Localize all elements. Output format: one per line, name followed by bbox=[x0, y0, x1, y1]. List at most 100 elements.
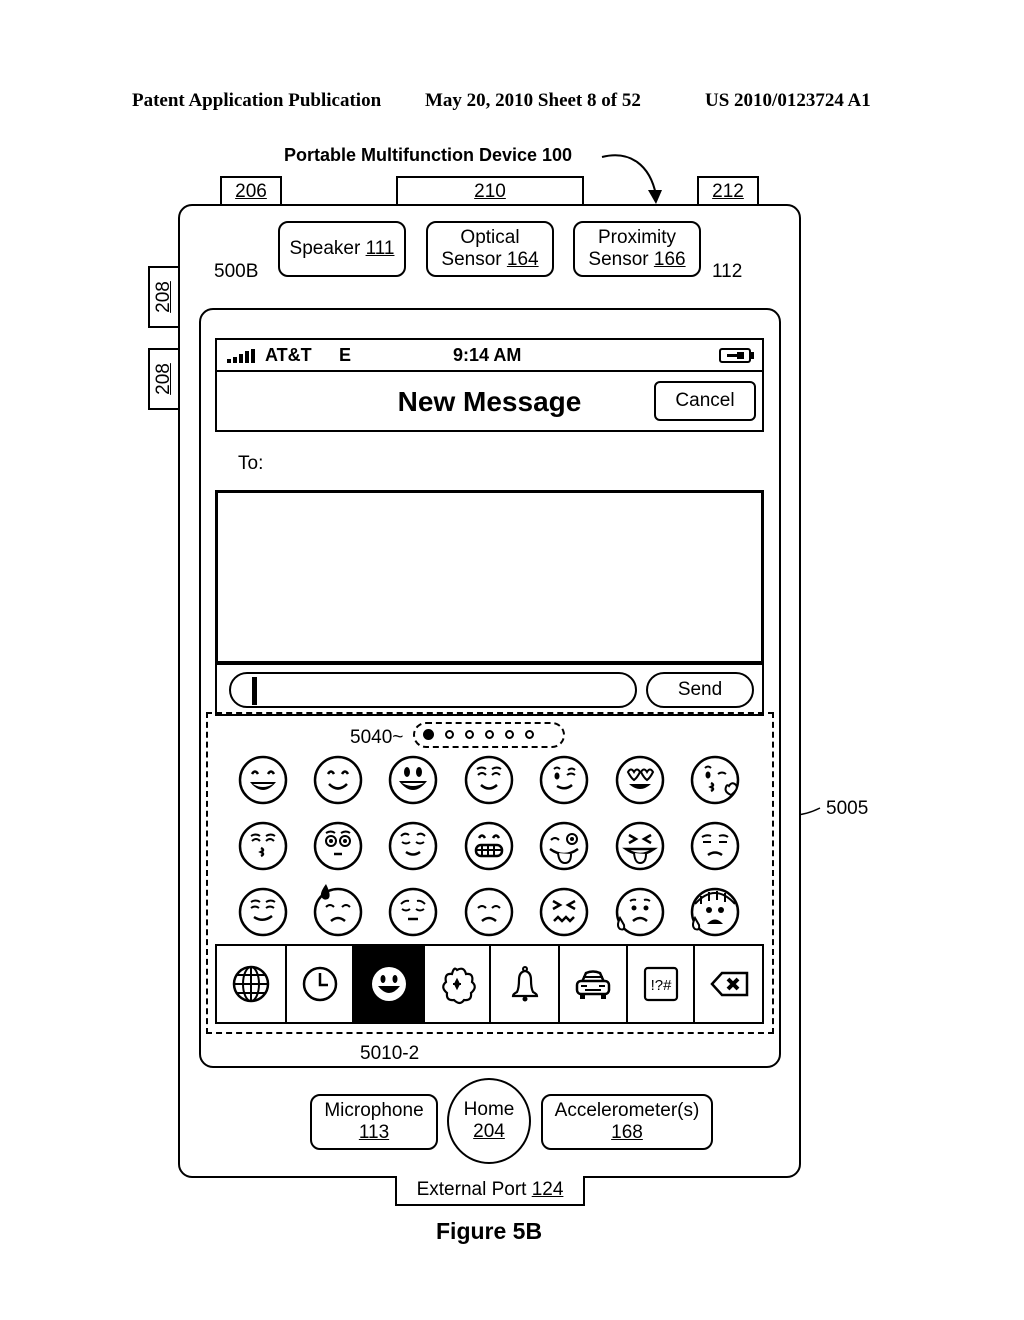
status-bar: AT&T E 9:14 AM bbox=[215, 338, 764, 372]
component-212: 212 bbox=[697, 176, 759, 206]
emoji-fearful-screaming-icon[interactable] bbox=[689, 886, 741, 938]
page-indicator-ref-label: 5040~ bbox=[350, 727, 404, 748]
bell-icon bbox=[511, 966, 538, 1002]
accelerometer-box: Accelerometer(s) 168 bbox=[541, 1094, 713, 1150]
tab-recent-clock[interactable] bbox=[287, 946, 354, 1022]
nav-title: New Message bbox=[397, 386, 582, 417]
tab-symbols[interactable]: !?# bbox=[628, 946, 695, 1022]
to-recipient-field[interactable] bbox=[268, 446, 758, 482]
page-dot[interactable] bbox=[445, 730, 454, 739]
component-210: 210 bbox=[396, 176, 584, 206]
send-button[interactable]: Send bbox=[646, 672, 754, 708]
page-dot[interactable] bbox=[465, 730, 474, 739]
delete-icon bbox=[709, 971, 748, 997]
recent-clock-icon bbox=[302, 966, 337, 1002]
tab-car[interactable] bbox=[560, 946, 628, 1022]
page-indicator-ref: 5040 bbox=[350, 727, 393, 748]
emoji-grinning-big-icon[interactable] bbox=[387, 754, 439, 806]
page-dot[interactable] bbox=[505, 730, 514, 739]
optical-label: Optical bbox=[460, 227, 520, 248]
category-tab-bar: !?# bbox=[215, 944, 764, 1024]
emoji-unamused-icon[interactable] bbox=[689, 820, 741, 872]
ref-208-upper: 208 bbox=[153, 281, 174, 313]
emoji-sad-sweat-icon[interactable] bbox=[614, 886, 666, 938]
screen-ref-label: 500B bbox=[214, 261, 259, 282]
message-area bbox=[215, 490, 764, 664]
emoji-heart-eyes-icon[interactable] bbox=[614, 754, 666, 806]
emoji-winking-icon[interactable] bbox=[538, 754, 590, 806]
to-label: To: bbox=[238, 453, 264, 474]
signal-strength-icon bbox=[227, 349, 255, 363]
home-label: Home bbox=[463, 1099, 515, 1120]
proximity-ref: 166 bbox=[653, 249, 686, 270]
emoji-smirking-icon[interactable] bbox=[237, 886, 289, 938]
speaker-box: Speaker 111 bbox=[278, 221, 406, 277]
microphone-box: Microphone 113 bbox=[310, 1094, 438, 1150]
svg-text:!?#: !?# bbox=[650, 977, 672, 994]
emoji-grimacing-icon[interactable] bbox=[463, 820, 515, 872]
touchscreen-ref-label: 112 bbox=[712, 261, 743, 282]
symbols-icon: !?# bbox=[643, 966, 678, 1002]
proximity-sensor-box: Proximity Sensor 166 bbox=[573, 221, 701, 277]
tab-delete[interactable] bbox=[695, 946, 762, 1022]
proximity-label: Proximity bbox=[597, 227, 677, 248]
emoji-downcast-sweat-icon[interactable] bbox=[312, 884, 364, 938]
emoji-grid bbox=[215, 750, 764, 945]
flower-icon bbox=[442, 967, 476, 1005]
emoji-pensive-icon[interactable] bbox=[387, 886, 439, 938]
emoji-squinting-tongue-icon[interactable] bbox=[614, 820, 666, 872]
home-button[interactable]: Home 204 bbox=[447, 1078, 531, 1164]
text-cursor bbox=[252, 677, 257, 705]
external-port-label: External Port bbox=[416, 1179, 527, 1200]
car-icon bbox=[575, 970, 611, 999]
emoji-pensive-smile-icon[interactable] bbox=[387, 820, 439, 872]
side-button-208-lower[interactable]: 208 bbox=[148, 348, 180, 410]
speaker-ref: 111 bbox=[365, 238, 395, 259]
cancel-button[interactable]: Cancel bbox=[654, 381, 756, 421]
navigation-bar: New Message Cancel bbox=[215, 370, 764, 432]
ref-206: 206 bbox=[235, 181, 267, 202]
ref-208-lower: 208 bbox=[153, 363, 174, 395]
external-port: External Port 124 bbox=[395, 1176, 585, 1206]
external-port-ref: 124 bbox=[531, 1179, 564, 1200]
optical-sensor-word: Sensor bbox=[441, 249, 502, 270]
accelerometer-label: Accelerometer(s) bbox=[554, 1100, 700, 1121]
tab-smileys-selected[interactable] bbox=[354, 946, 425, 1022]
emoji-blowing-kiss-icon[interactable] bbox=[689, 754, 741, 806]
speaker-label: Speaker bbox=[289, 238, 361, 259]
emoji-grinning-smiling-eyes-icon[interactable] bbox=[237, 754, 289, 806]
page-dot-active[interactable] bbox=[423, 729, 434, 740]
compose-bar: Send bbox=[215, 662, 764, 716]
emoji-kissing-closed-eyes-icon[interactable] bbox=[237, 820, 289, 872]
emoji-smiling-blush-icon[interactable] bbox=[312, 754, 364, 806]
ref-210: 210 bbox=[474, 181, 506, 202]
emoji-confounded-icon[interactable] bbox=[538, 886, 590, 938]
emoji-disappointed-icon[interactable] bbox=[463, 886, 515, 938]
smileys-icon bbox=[371, 967, 406, 1001]
optical-ref: 164 bbox=[506, 249, 539, 270]
accelerometer-ref: 168 bbox=[611, 1122, 643, 1143]
tab-globe[interactable] bbox=[217, 946, 287, 1022]
page-dot[interactable] bbox=[525, 730, 534, 739]
emoji-flushed-icon[interactable] bbox=[312, 820, 364, 872]
page-dot[interactable] bbox=[485, 730, 494, 739]
status-time: 9:14 AM bbox=[453, 345, 522, 365]
globe-icon bbox=[232, 965, 270, 1003]
network-type: E bbox=[339, 345, 352, 365]
tab-bell[interactable] bbox=[491, 946, 560, 1022]
proximity-sensor-word: Sensor bbox=[588, 249, 649, 270]
carrier-label: AT&T bbox=[265, 345, 312, 365]
side-button-208-upper[interactable]: 208 bbox=[148, 266, 180, 328]
microphone-ref: 113 bbox=[358, 1122, 390, 1143]
selected-tab-ref-label: 5010-2 bbox=[360, 1043, 420, 1064]
optical-sensor-box: Optical Sensor 164 bbox=[426, 221, 554, 277]
emoji-relieved-smile-icon[interactable] bbox=[463, 754, 515, 806]
keyboard-ref-label: 5005 bbox=[826, 798, 869, 819]
microphone-label: Microphone bbox=[324, 1100, 424, 1121]
emoji-winking-tongue-icon[interactable] bbox=[538, 820, 590, 872]
ref-212: 212 bbox=[712, 181, 744, 202]
tab-flower[interactable] bbox=[425, 946, 491, 1022]
home-ref: 204 bbox=[473, 1121, 505, 1142]
message-input[interactable] bbox=[229, 672, 637, 708]
page-indicator[interactable] bbox=[413, 722, 565, 748]
